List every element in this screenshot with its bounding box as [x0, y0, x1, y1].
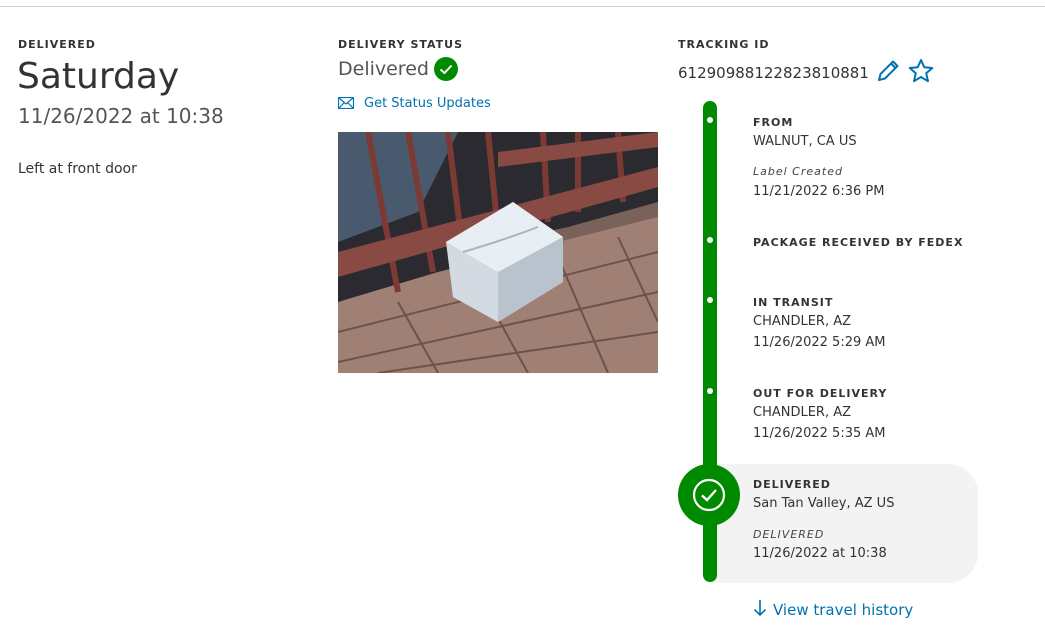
delivered-label: DELIVERED [18, 38, 96, 51]
delivery-photo[interactable] [338, 132, 658, 373]
event-location: CHANDLER, AZ [753, 314, 852, 329]
event-heading: IN TRANSIT [753, 296, 834, 309]
view-travel-history-label[interactable]: View travel history [773, 601, 913, 619]
top-divider [0, 6, 1045, 7]
delivered-event-card [712, 464, 978, 583]
view-travel-history-link[interactable]: View travel history [753, 599, 913, 621]
tracking-id-value: 612909881228238108​81 [678, 64, 869, 82]
arrow-down-icon [753, 599, 767, 621]
event-heading: PACKAGE RECEIVED BY FEDEX [753, 236, 964, 249]
delivery-status-text: Delivered [338, 58, 429, 80]
delivery-datetime: 11/26/2022 at 10:38 [18, 104, 224, 128]
event-location: San Tan Valley, AZ US [753, 496, 895, 511]
timeline-dot [707, 237, 713, 243]
event-time: 11/21/2022 6:36 PM [753, 184, 885, 199]
event-sublabel: DELIVERED [753, 528, 825, 541]
timeline-dot [707, 297, 713, 303]
check-circle-icon [433, 57, 458, 81]
envelope-icon [337, 94, 355, 113]
delivery-day: Saturday [17, 56, 180, 97]
timeline-dot [707, 388, 713, 394]
event-heading: DELIVERED [753, 478, 831, 491]
delivered-check-icon [678, 464, 740, 526]
get-status-updates-link[interactable]: Get Status Updates [337, 94, 491, 113]
delivery-status: Delivered [338, 57, 458, 81]
star-icon[interactable] [907, 58, 935, 88]
pencil-icon[interactable] [875, 58, 901, 88]
timeline-dot [707, 117, 713, 123]
event-heading: FROM [753, 116, 794, 129]
event-location: WALNUT, CA US [753, 134, 857, 149]
event-time: 11/26/2022 at 10:38 [753, 546, 887, 561]
event-time: 11/26/2022 5:29 AM [753, 335, 886, 350]
get-status-updates-label[interactable]: Get Status Updates [364, 96, 491, 111]
event-location: CHANDLER, AZ [753, 405, 852, 420]
event-time: 11/26/2022 5:35 AM [753, 426, 886, 441]
tracking-id-label: TRACKING ID [678, 38, 770, 51]
delivery-status-label: DELIVERY STATUS [338, 38, 464, 51]
event-sublabel: Label Created [753, 165, 843, 178]
tracking-id-row: 612909881228238108​81 [678, 58, 935, 88]
delivery-note: Left at front door [18, 161, 137, 177]
event-heading: OUT FOR DELIVERY [753, 387, 888, 400]
